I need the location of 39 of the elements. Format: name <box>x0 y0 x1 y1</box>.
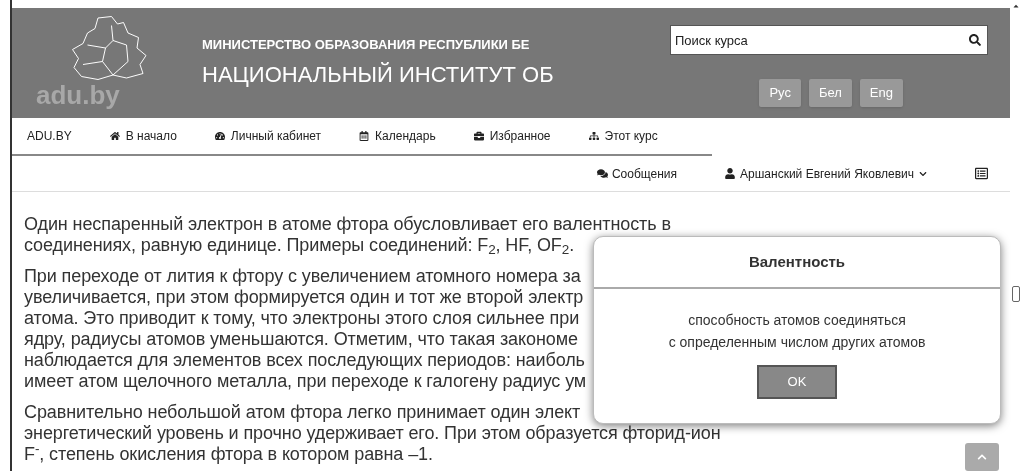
article-text: наблюдается для элементов всех последующих периодов: наиболь <box>24 350 585 371</box>
article-text: Сравнительно небольшой атом фтора легко принимает один элект <box>24 402 581 423</box>
institute-title: НАЦИОНАЛЬНЫЙ ИНСТИТУТ ОБ <box>202 61 555 90</box>
comments-icon <box>596 168 608 179</box>
article-text: F$^{-}$, степень окисления фтора в котором равна –1. <box>24 444 433 465</box>
article-text: энергетический уровень и прочно удерживает его. При этом образуется фторид-ион <box>24 423 721 444</box>
article-text: При переходе от лития к фтору с увеличением атомного номера за <box>24 266 581 287</box>
search-field[interactable]: Поиск курса <box>670 25 988 55</box>
ok-button[interactable]: OK <box>757 365 837 399</box>
ministry-title: МИНИСТЕРСТВО ОБРАЗОВАНИЯ РЕСПУБЛИКИ БЕ <box>202 35 531 54</box>
nav-link[interactable]: Личный кабинет <box>214 127 322 145</box>
article-text: увеличивается, при этом формируется один и тот же второй электр <box>24 287 584 308</box>
side-panel-toggle[interactable] <box>1012 286 1020 302</box>
messages-link[interactable]: Сообщения <box>596 164 678 183</box>
user-icon <box>725 168 736 179</box>
nav-item-icon <box>109 131 120 141</box>
dialog-title: Валентность <box>748 251 846 272</box>
article-text: атома. Это приводит к тому, что электроны этого слоя сильнее при <box>24 308 580 329</box>
nav-item-icon <box>359 131 370 141</box>
nav-item-icon <box>473 131 484 141</box>
chevron-down-icon <box>919 169 927 178</box>
scroll-up-icon[interactable] <box>1012 2 1020 10</box>
nav-item-icon <box>214 131 225 141</box>
article-text: соединениях, равную единице. Примеры соединений: F$_{2}$, HF, OF$_{2}$. <box>24 235 575 256</box>
search-icon[interactable] <box>969 34 981 46</box>
nav-link[interactable]: Избранное <box>473 127 551 145</box>
article-text: имеет атом щелочного металла, при переходе к галогену радиус ум <box>24 371 587 392</box>
article-text: Один неспаренный электрон в атоме фтора обусловливает его валентность в <box>24 214 671 235</box>
brand-link[interactable]: ADU.BY <box>27 127 72 145</box>
article-text: ядру, радиусы атомов уменьшаются. Отметим, что такая закономе <box>24 329 578 350</box>
nav-link[interactable]: В начало <box>109 127 177 145</box>
dialog-text: с определенным числом других атомов <box>668 333 926 352</box>
chevron-up-icon <box>977 452 987 462</box>
list-icon[interactable] <box>975 167 988 180</box>
nav-item-icon <box>588 131 599 141</box>
nav-link[interactable]: Календарь <box>359 127 436 145</box>
nav-link[interactable]: Этот курс <box>588 127 658 145</box>
user-menu[interactable]: Аршанский Евгений Яковлевич <box>725 164 927 183</box>
dialog-text: способность атомов соединяться <box>688 311 906 330</box>
